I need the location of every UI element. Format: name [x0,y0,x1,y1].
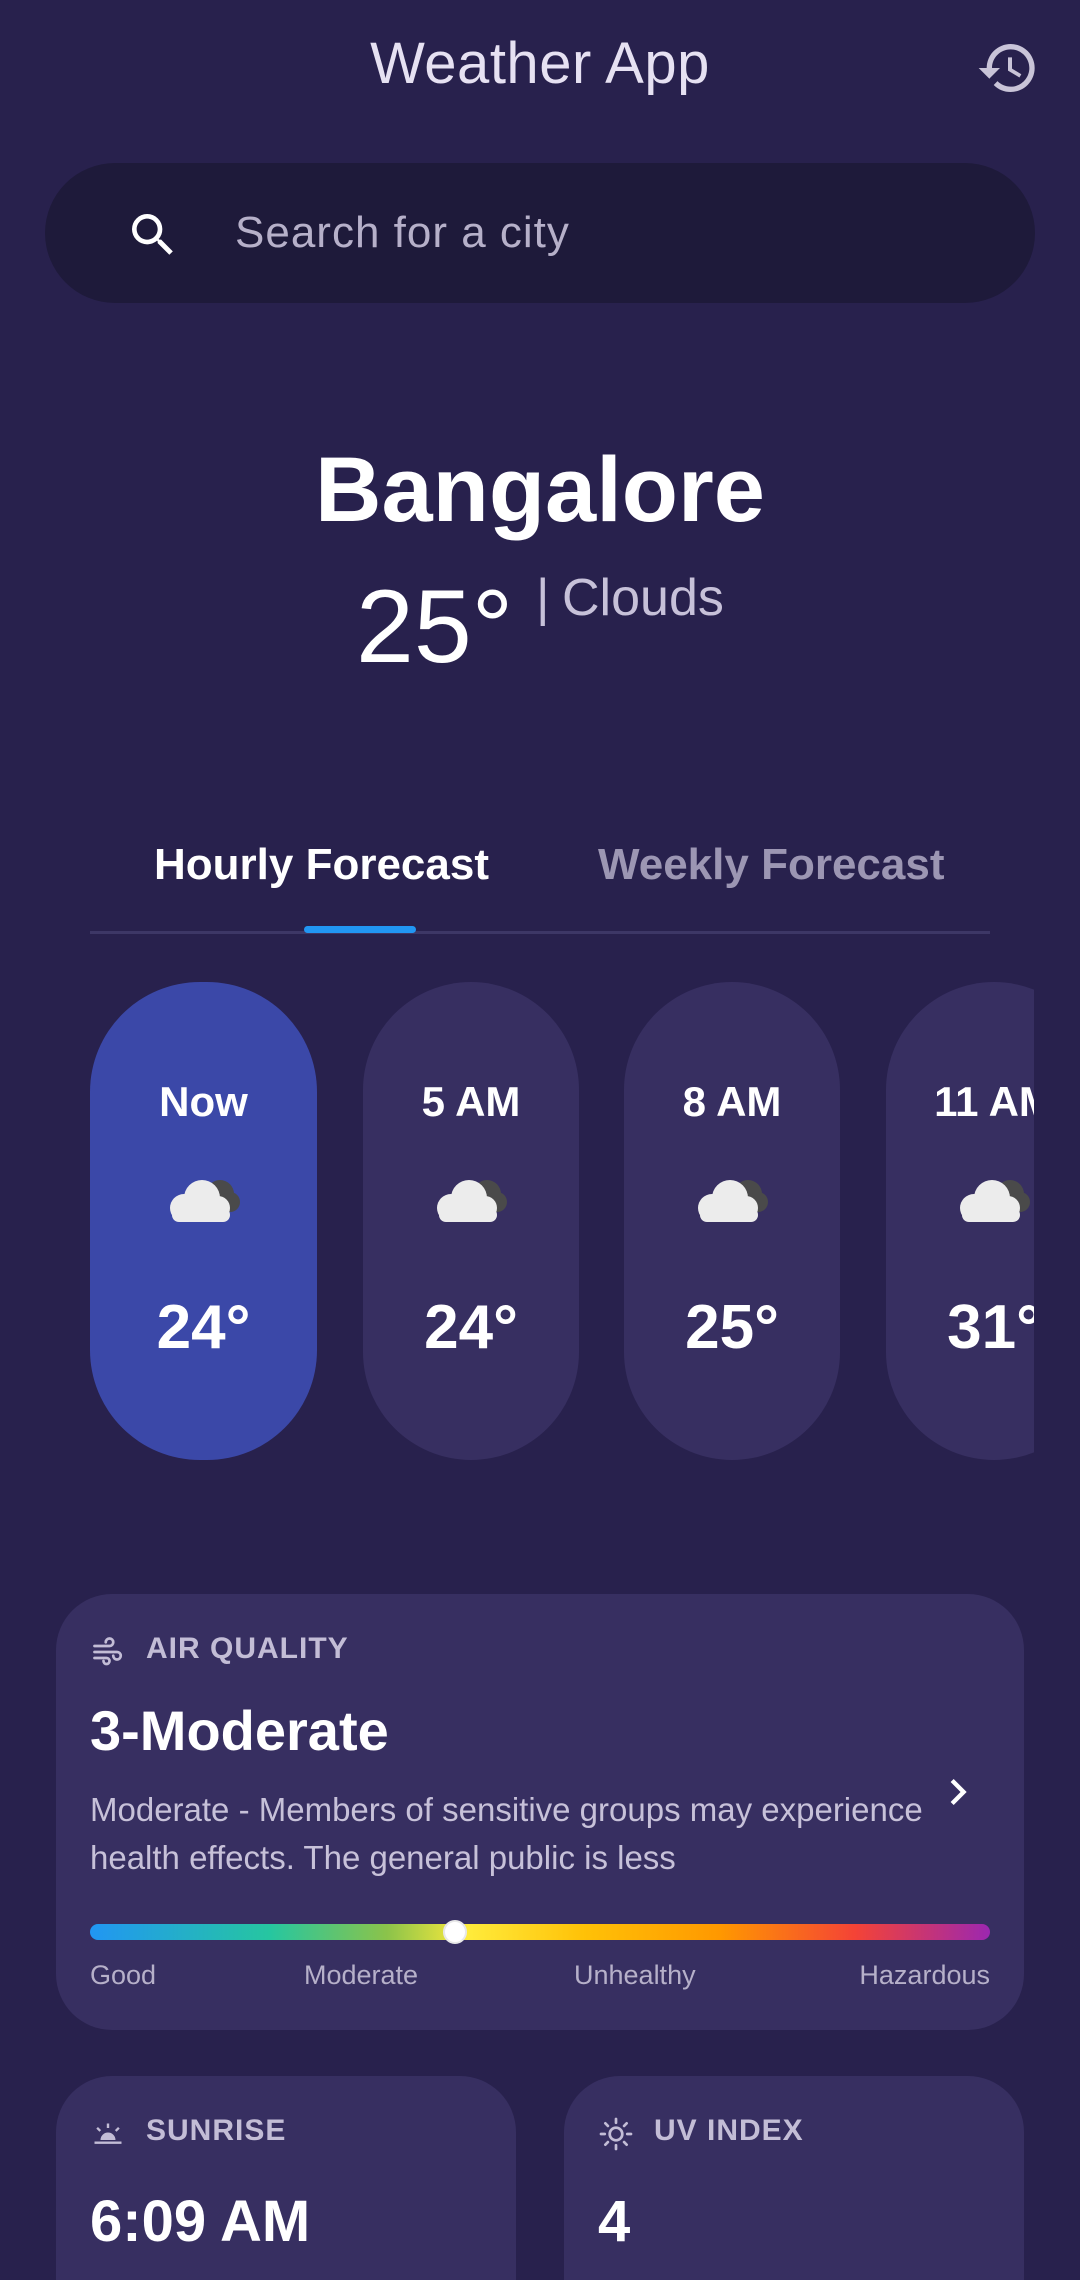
hourly-card-8am[interactable]: 8 AM 25° [624,982,840,1460]
cloud-icon [692,1172,772,1226]
hour-label: 11 AM [934,1078,1034,1125]
current-separator: | [536,569,550,627]
tab-indicator [304,926,416,933]
hour-label: 5 AM [421,1078,521,1125]
hour-temperature: 31° [947,1293,1034,1362]
cloud-icon [431,1172,511,1226]
tab-weekly-forecast[interactable]: Weekly Forecast [598,840,944,890]
scale-label-unhealthy: Unhealthy [574,1960,696,1990]
hourly-card-5am[interactable]: 5 AM 24° [363,982,579,1460]
uv-index-card[interactable]: UV INDEX 4 [564,2076,1024,2280]
air-quality-indicator [442,1920,467,1944]
city-name: Bangalore [315,439,765,541]
cloud-icon [164,1172,244,1226]
tab-hourly-forecast[interactable]: Hourly Forecast [154,840,489,890]
hour-temperature: 25° [685,1293,779,1362]
hour-label: Now [159,1078,248,1125]
sunrise-card[interactable]: SUNRISE 6:09 AM [56,2076,516,2280]
air-quality-scale-labels: Good Moderate Unhealthy Hazardous [90,1960,990,1996]
scale-label-hazardous: Hazardous [859,1960,990,1990]
search-icon [125,207,181,263]
air-quality-scale-bar [90,1920,990,1944]
hour-temperature: 24° [424,1293,518,1362]
search-bar[interactable] [45,163,1035,303]
uv-index-value: 4 [598,2189,631,2254]
app-title: Weather App [370,31,710,96]
app-header: Weather App [0,0,1080,140]
hourly-card-11am[interactable]: 11 AM 31° [886,982,1034,1460]
weather-app: Weather App Bangalore 25° | Clouds Hourl… [0,0,1080,2280]
sunrise-time: 6:09 AM [90,2189,311,2254]
forecast-tabs: Hourly Forecast Weekly Forecast [90,830,990,934]
history-icon[interactable] [976,36,1040,100]
scale-label-good: Good [90,1960,157,1990]
air-quality-card[interactable]: AIR QUALITY 3-Moderate Moderate - Member… [56,1594,1024,2030]
cloud-icon [954,1172,1034,1226]
wind-icon [90,1634,126,1670]
air-quality-description: Moderate - Members of sensitive groups m… [90,1791,923,1876]
current-condition: Clouds [562,569,724,627]
uv-index-label: UV INDEX [654,2114,804,2147]
current-temperature: 25° [356,569,514,685]
hour-label: 8 AM [682,1078,782,1125]
sun-icon [598,2116,634,2152]
air-quality-label: AIR QUALITY [146,1632,349,1665]
hourly-card-now[interactable]: Now 24° [90,982,317,1460]
sunrise-icon [90,2116,126,2152]
sunrise-label: SUNRISE [146,2114,287,2147]
hourly-forecast-list[interactable]: Now 24° 5 AM 24° 8 AM 25° 11 A 31° [90,982,1034,1460]
hour-temperature: 24° [156,1293,251,1362]
air-quality-title: 3-Moderate [90,1699,389,1762]
current-weather: 25° | Clouds [0,568,1080,688]
chevron-right-icon[interactable] [932,1766,984,1818]
search-input[interactable] [235,193,995,273]
scale-label-moderate: Moderate [304,1960,419,1990]
